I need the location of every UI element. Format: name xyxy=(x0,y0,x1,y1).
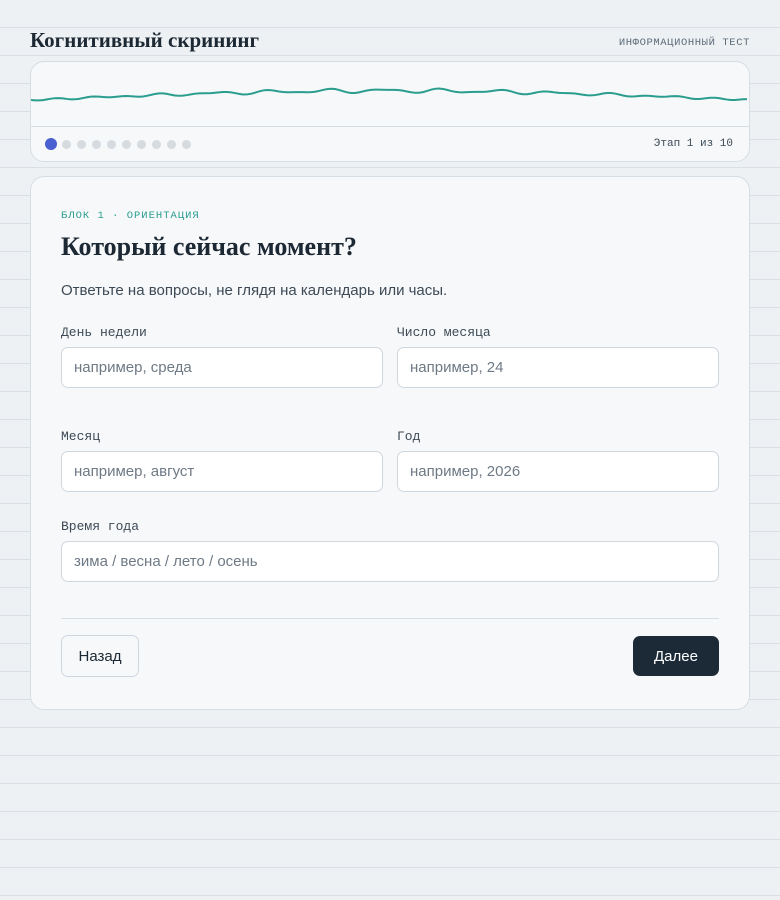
question-card: БЛОК 1 · ОРИЕНТАЦИЯ Который сейчас момен… xyxy=(30,176,750,710)
weekday-input[interactable] xyxy=(61,347,383,388)
header: Когнитивный скрининг ИНФОРМАЦИОННЫЙ ТЕСТ xyxy=(30,28,750,52)
month-label: Месяц xyxy=(61,429,101,444)
next-button[interactable]: Далее xyxy=(633,636,719,676)
step-counter: Этап 1 из 10 xyxy=(653,138,733,150)
step-dot xyxy=(152,139,161,149)
step-dot xyxy=(62,139,71,149)
question-title: Который сейчас момент? xyxy=(61,232,357,261)
step-dot xyxy=(167,139,176,149)
step-indicator xyxy=(45,137,197,151)
instructions: Ответьте на вопросы, не глядя на календа… xyxy=(61,282,448,299)
block-label: БЛОК 1 · ОРИЕНТАЦИЯ xyxy=(61,210,200,222)
step-dot xyxy=(92,139,101,149)
divider xyxy=(61,618,719,619)
app-subtitle: ИНФОРМАЦИОННЫЙ ТЕСТ xyxy=(618,37,750,49)
step-dot xyxy=(182,139,191,149)
step-dot-active xyxy=(45,138,57,150)
season-input[interactable] xyxy=(61,541,719,582)
step-dot xyxy=(122,139,131,149)
year-label: Год xyxy=(397,429,421,444)
day-of-month-label: Число месяца xyxy=(397,325,491,340)
step-dot xyxy=(107,139,116,149)
month-input[interactable] xyxy=(61,451,383,492)
day-of-month-input[interactable] xyxy=(397,347,719,388)
back-button[interactable]: Назад xyxy=(61,635,139,677)
app-title: Когнитивный скрининг xyxy=(30,28,260,52)
progress-card: Этап 1 из 10 xyxy=(30,61,750,162)
progress-wave xyxy=(31,62,749,127)
wave-line xyxy=(31,87,748,102)
step-dot xyxy=(77,139,86,149)
season-label: Время года xyxy=(61,519,140,534)
step-dot xyxy=(137,139,146,149)
year-input[interactable] xyxy=(397,451,719,492)
weekday-label: День недели xyxy=(61,325,147,340)
